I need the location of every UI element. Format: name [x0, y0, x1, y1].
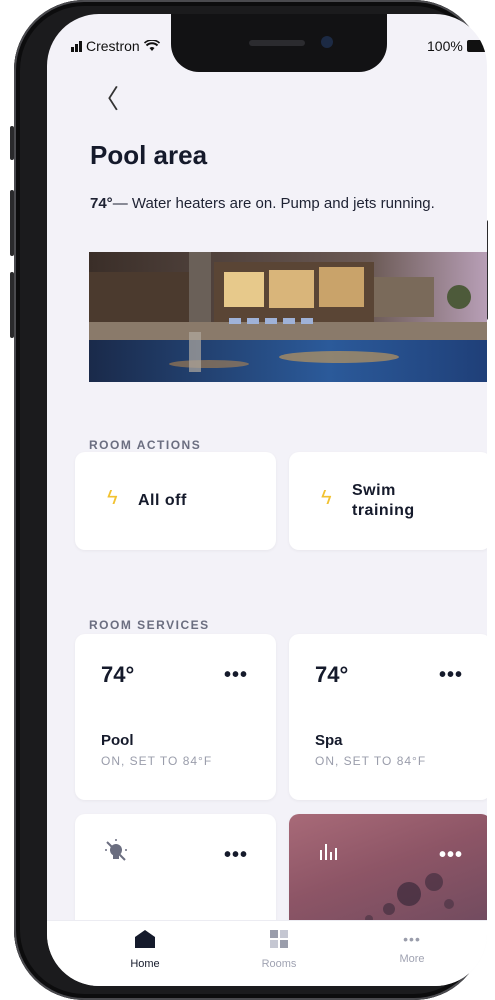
battery-icon: [466, 40, 487, 52]
more-options-button[interactable]: •••: [439, 844, 463, 867]
mute-switch: [10, 126, 14, 160]
phone-frame: Crestron 100% 〈 Pool area 74°— Water hea…: [10, 0, 488, 1000]
more-options-button[interactable]: •••: [224, 664, 248, 687]
service-card-lights[interactable]: •••: [75, 814, 276, 934]
speaker: [249, 40, 305, 46]
more-options-button[interactable]: •••: [439, 664, 463, 687]
action-swim-training[interactable]: ϟ Swim training: [289, 452, 487, 550]
tab-label: Home: [130, 958, 160, 970]
service-name: Pool: [101, 732, 134, 749]
light-off-icon: [105, 839, 127, 861]
service-temperature: 74°: [101, 662, 135, 687]
battery-percent: 100%: [427, 38, 463, 54]
more-options-button[interactable]: •••: [224, 844, 248, 867]
service-status: ON, SET TO 84°F: [315, 754, 427, 768]
volume-down-button: [10, 272, 14, 338]
more-icon: •••: [403, 931, 421, 947]
page-title: Pool area: [90, 140, 208, 170]
room-description: 74°— Water heaters are on. Pump and jets…: [90, 195, 435, 212]
lightning-icon: ϟ: [107, 487, 118, 509]
music-equalizer-icon: [320, 844, 337, 860]
status-bar-left: Crestron: [71, 38, 160, 54]
room-status-text: — Water heaters are on. Pump and jets ru…: [112, 195, 435, 212]
status-bar-right: 100%: [427, 38, 487, 54]
chevron-left-icon: 〈: [93, 84, 120, 114]
front-camera: [321, 36, 333, 48]
pool-photo: [89, 252, 487, 382]
room-services-heading: ROOM SERVICES: [89, 618, 210, 632]
notch: [171, 14, 387, 72]
action-label: All off: [138, 492, 187, 509]
carrier-name: Crestron: [86, 38, 140, 54]
service-name: Spa: [315, 732, 343, 749]
room-hero-image: [89, 252, 487, 382]
tab-more[interactable]: ••• More: [372, 929, 452, 965]
service-status: ON, SET TO 84°F: [101, 754, 213, 768]
service-card-pool[interactable]: 74° ••• Pool ON, SET TO 84°F: [75, 634, 276, 800]
service-card-music[interactable]: •••: [289, 814, 487, 934]
screen: Crestron 100% 〈 Pool area 74°— Water hea…: [47, 14, 487, 986]
service-temperature: 74°: [315, 662, 349, 687]
rooms-grid-icon: [270, 930, 288, 948]
action-label: Swim training: [352, 482, 415, 519]
tab-rooms[interactable]: Rooms: [239, 929, 319, 970]
tab-label: More: [399, 953, 425, 965]
room-temperature: 74°: [90, 195, 113, 212]
wifi-icon: [143, 40, 160, 51]
lightning-icon: ϟ: [321, 487, 332, 509]
tab-home[interactable]: Home: [105, 929, 185, 970]
signal-icon: [71, 40, 82, 52]
action-all-off[interactable]: ϟ All off: [75, 452, 276, 550]
service-card-spa[interactable]: 74° ••• Spa ON, SET TO 84°F: [289, 634, 487, 800]
flower-background: [365, 873, 454, 923]
tab-label: Rooms: [261, 958, 297, 970]
tab-bar: Home Rooms ••• More: [47, 920, 487, 986]
home-icon: [135, 930, 155, 948]
volume-up-button: [10, 190, 14, 256]
back-button[interactable]: 〈: [93, 86, 119, 112]
room-actions-heading: ROOM ACTIONS: [89, 438, 202, 452]
